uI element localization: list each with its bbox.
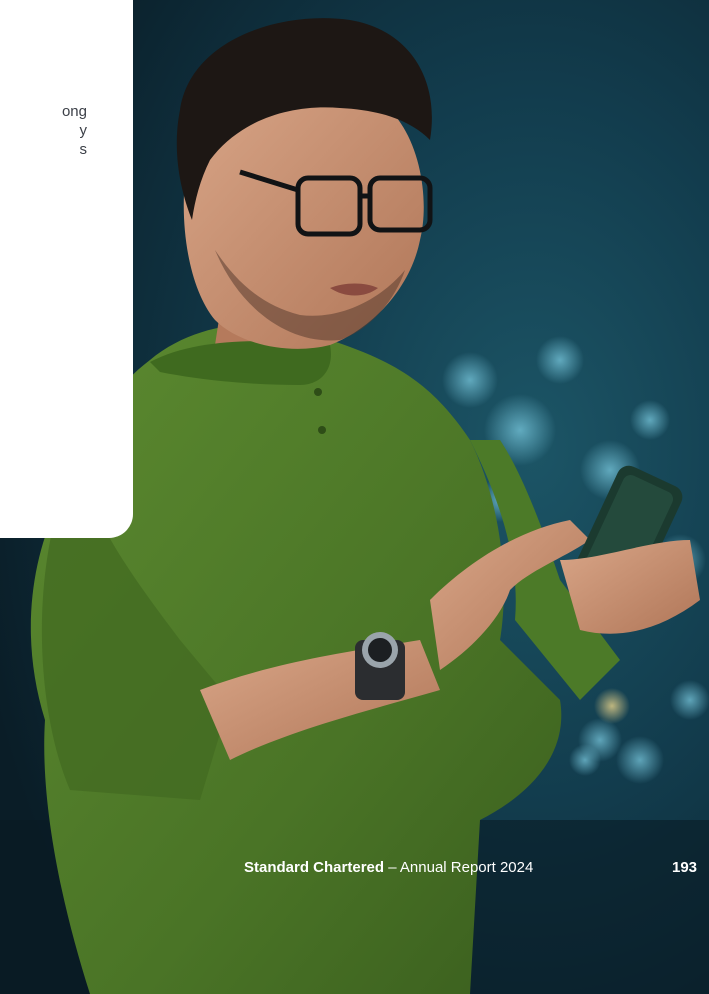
page-footer: Standard Chartered – Annual Report 2024 … (244, 858, 709, 878)
page-number: 193 (672, 859, 698, 876)
footer-separator: – (384, 859, 400, 876)
brand-name: Standard Chartered (244, 859, 385, 876)
report-title: Annual Report 2024 (399, 859, 534, 876)
card-text-line: y (79, 122, 88, 139)
wristwatch (355, 632, 405, 700)
card-text-line: ong (61, 103, 87, 120)
card-text-line: s (79, 141, 88, 158)
intro-text-card: ong y s (0, 0, 133, 538)
card-text: ong y s (0, 102, 133, 159)
